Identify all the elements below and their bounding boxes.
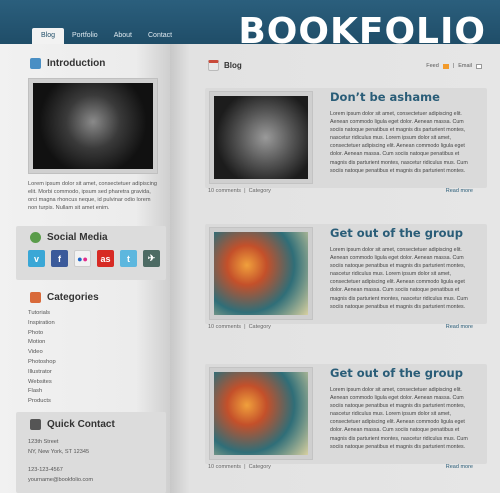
post-meta: 10 comments | Category: [208, 188, 271, 194]
read-more-link[interactable]: Read more: [446, 324, 473, 330]
pen-icon: [30, 419, 41, 430]
vimeo-icon[interactable]: v: [28, 250, 45, 267]
post-meta-separator: |: [244, 464, 246, 470]
nav-contact[interactable]: Contact: [140, 28, 180, 44]
header-bar: Blog Portfolio About Contact BOOKFOLIO: [0, 0, 500, 50]
read-more-link[interactable]: Read more: [446, 464, 473, 470]
category-item[interactable]: Photoshop: [28, 358, 56, 368]
category-list: Tutorials Inspiration Photo Motion Video…: [28, 309, 56, 407]
rss-icon[interactable]: [442, 63, 449, 69]
category-item[interactable]: Flash: [28, 387, 56, 397]
blog-heading: Blog: [208, 60, 242, 71]
main-nav: Blog Portfolio About Contact: [32, 28, 180, 44]
post-excerpt: Lorem ipsum dolor sit amet, consectetuer…: [330, 247, 468, 310]
nav-blog[interactable]: Blog: [32, 28, 65, 44]
category-item[interactable]: Products: [28, 397, 56, 407]
email-link[interactable]: Email: [458, 63, 472, 69]
introduction-heading-label: Introduction: [47, 58, 106, 69]
post-comments-link[interactable]: 10 comments: [208, 324, 241, 330]
flickr-icon[interactable]: ● ●: [74, 250, 91, 267]
post-title[interactable]: Get out of the group: [330, 366, 463, 380]
blog-post: Get out of the group Lorem ipsum dolor s…: [205, 364, 487, 476]
contact-street: 123th Street: [28, 439, 59, 445]
post-title[interactable]: Don’t be ashame: [330, 90, 440, 104]
categories-heading: Categories: [30, 292, 99, 303]
nav-portfolio[interactable]: Portfolio: [64, 28, 106, 44]
blog-heading-label: Blog: [224, 61, 242, 70]
post-excerpt: Lorem ipsum dolor sit amet, consectetuer…: [330, 111, 468, 174]
post-thumbnail[interactable]: [209, 91, 313, 184]
categories-heading-label: Categories: [47, 292, 99, 303]
introduction-text: Lorem ipsum dolor sit amet, consectetuer…: [28, 181, 158, 211]
post-thumbnail[interactable]: [209, 367, 313, 460]
quick-contact-heading-label: Quick Contact: [47, 419, 115, 430]
post-excerpt: Lorem ipsum dolor sit amet, consectetuer…: [330, 387, 468, 450]
social-media-heading-label: Social Media: [47, 232, 108, 243]
category-item[interactable]: Inspiration: [28, 319, 56, 329]
post-comments-link[interactable]: 10 comments: [208, 464, 241, 470]
post-meta-separator: |: [244, 188, 246, 194]
calendar-icon: [208, 60, 219, 71]
feed-separator: |: [452, 63, 455, 69]
social-media-heading: Social Media: [30, 232, 108, 243]
envelope-icon[interactable]: [476, 63, 482, 69]
post-category-link[interactable]: Category: [249, 324, 271, 330]
delicious-icon[interactable]: ✈: [143, 250, 160, 267]
category-item[interactable]: Websites: [28, 378, 56, 388]
pin-icon: [30, 292, 41, 303]
post-meta-separator: |: [244, 324, 246, 330]
social-icons: v f ● ● as t ✈: [28, 250, 160, 267]
category-item[interactable]: Photo: [28, 329, 56, 339]
category-item[interactable]: Video: [28, 348, 56, 358]
lastfm-icon[interactable]: as: [97, 250, 114, 267]
post-category-link[interactable]: Category: [249, 188, 271, 194]
globe-icon: [30, 232, 41, 243]
blog-post: Get out of the group Lorem ipsum dolor s…: [205, 224, 487, 336]
post-category-link[interactable]: Category: [249, 464, 271, 470]
speech-bubble-icon: [30, 58, 41, 69]
nav-about[interactable]: About: [106, 28, 140, 44]
contact-phone: 123-123-4567: [28, 467, 63, 473]
contact-city: NY, New York, ST 12345: [28, 449, 90, 455]
post-meta: 10 comments | Category: [208, 324, 271, 330]
introduction-heading: Introduction: [30, 58, 105, 69]
twitter-icon[interactable]: t: [120, 250, 137, 267]
quick-contact-heading: Quick Contact: [30, 419, 115, 430]
contact-email[interactable]: yourname@bookfolio.com: [28, 475, 93, 485]
blog-post: Don’t be ashame Lorem ipsum dolor sit am…: [205, 88, 487, 200]
category-item[interactable]: Illustrator: [28, 368, 56, 378]
post-thumbnail[interactable]: [209, 227, 313, 320]
read-more-link[interactable]: Read more: [446, 188, 473, 194]
category-item[interactable]: Tutorials: [28, 309, 56, 319]
post-meta: 10 comments | Category: [208, 464, 271, 470]
post-comments-link[interactable]: 10 comments: [208, 188, 241, 194]
facebook-icon[interactable]: f: [51, 250, 68, 267]
post-title[interactable]: Get out of the group: [330, 226, 463, 240]
feed-link[interactable]: Feed: [426, 63, 439, 69]
introduction-photo: [28, 78, 158, 174]
contact-details: 123th Street NY, New York, ST 12345 123-…: [28, 437, 93, 485]
feed-links: Feed | Email: [426, 63, 482, 69]
category-item[interactable]: Motion: [28, 338, 56, 348]
